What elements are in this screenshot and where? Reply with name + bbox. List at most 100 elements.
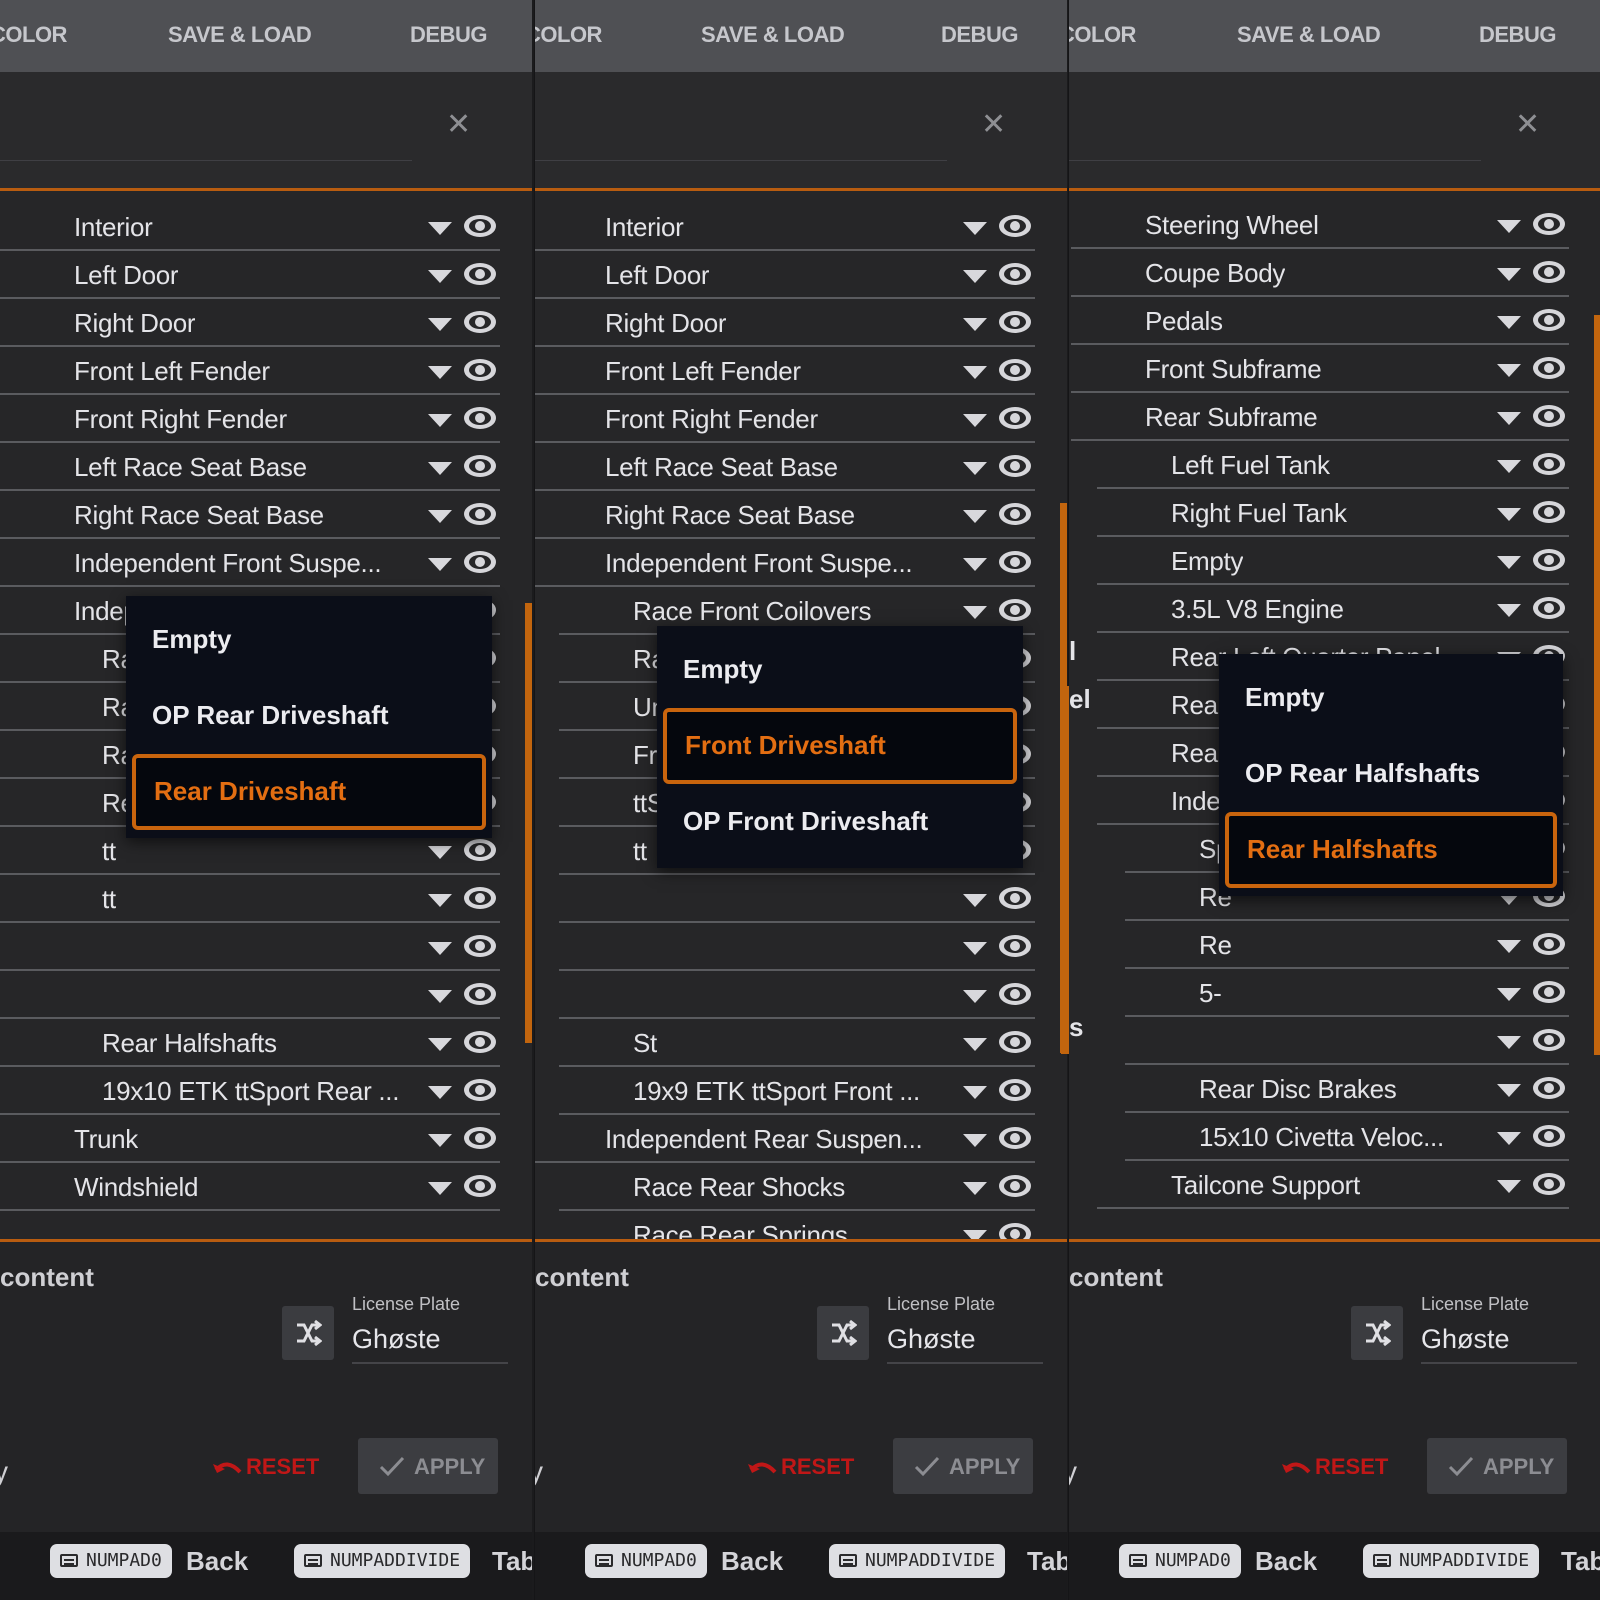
part-row[interactable]: 15x10 Civetta Veloc... <box>1069 1113 1600 1161</box>
part-row[interactable]: Left Door <box>0 251 532 299</box>
chevron-down-icon[interactable] <box>963 222 987 235</box>
part-row[interactable]: Coupe Body <box>1069 249 1600 297</box>
eye-icon[interactable] <box>462 835 498 865</box>
eye-icon[interactable] <box>997 979 1033 1009</box>
chevron-down-icon[interactable] <box>963 942 987 955</box>
dropdown-option[interactable]: Empty <box>1219 660 1563 736</box>
chevron-down-icon[interactable] <box>1497 1180 1521 1193</box>
chevron-down-icon[interactable] <box>428 558 452 571</box>
tab-color[interactable]: COLOR <box>1069 22 1136 48</box>
part-row[interactable] <box>1069 1017 1600 1065</box>
apply-button[interactable]: APPLY <box>1427 1438 1567 1494</box>
tab-caption[interactable]: Tab <box>1561 1544 1600 1578</box>
back-caption[interactable]: Back <box>186 1544 248 1578</box>
chevron-down-icon[interactable] <box>428 222 452 235</box>
eye-icon[interactable] <box>1531 449 1567 479</box>
tab-debug[interactable]: DEBUG <box>1479 22 1556 48</box>
eye-icon[interactable] <box>462 403 498 433</box>
part-options-dropdown[interactable]: Empty Front Driveshaft OP Front Driveshaft <box>657 626 1023 868</box>
eye-icon[interactable] <box>462 547 498 577</box>
chevron-down-icon[interactable] <box>428 1134 452 1147</box>
part-row[interactable]: Left Door <box>535 251 1067 299</box>
eye-icon[interactable] <box>997 403 1033 433</box>
license-plate-input[interactable]: Ghøste <box>352 1324 441 1355</box>
eye-icon[interactable] <box>1531 353 1567 383</box>
eye-icon[interactable] <box>997 211 1033 241</box>
chevron-down-icon[interactable] <box>963 990 987 1003</box>
eye-icon[interactable] <box>462 979 498 1009</box>
chevron-down-icon[interactable] <box>963 366 987 379</box>
search-bar[interactable]: ✕ <box>0 72 532 188</box>
part-row[interactable]: 3.5L V8 Engine <box>1069 585 1600 633</box>
chevron-down-icon[interactable] <box>963 1038 987 1051</box>
chevron-down-icon[interactable] <box>428 366 452 379</box>
eye-icon[interactable] <box>1531 593 1567 623</box>
chevron-down-icon[interactable] <box>1497 460 1521 473</box>
part-row[interactable]: Right Door <box>0 299 532 347</box>
eye-icon[interactable] <box>462 451 498 481</box>
part-row[interactable] <box>0 971 532 1019</box>
part-row[interactable]: Windshield <box>0 1163 532 1211</box>
close-icon[interactable]: ✕ <box>446 110 471 140</box>
eye-icon[interactable] <box>1531 1121 1567 1151</box>
part-row[interactable]: Rear Subframe <box>1069 393 1600 441</box>
part-row[interactable]: Front Left Fender <box>0 347 532 395</box>
chevron-down-icon[interactable] <box>963 318 987 331</box>
part-row[interactable]: Rear Halfshafts <box>0 1019 532 1067</box>
eye-icon[interactable] <box>462 211 498 241</box>
eye-icon[interactable] <box>997 1171 1033 1201</box>
chevron-down-icon[interactable] <box>1497 988 1521 1001</box>
part-row[interactable] <box>0 923 532 971</box>
tab-save-load[interactable]: SAVE & LOAD <box>1237 22 1381 48</box>
eye-icon[interactable] <box>462 1171 498 1201</box>
eye-icon[interactable] <box>462 931 498 961</box>
chevron-down-icon[interactable] <box>428 1038 452 1051</box>
eye-icon[interactable] <box>1531 1169 1567 1199</box>
eye-icon[interactable] <box>997 1027 1033 1057</box>
chevron-down-icon[interactable] <box>428 414 452 427</box>
chevron-down-icon[interactable] <box>1497 1132 1521 1145</box>
license-plate-input[interactable]: Ghøste <box>887 1324 976 1355</box>
tab-caption[interactable]: Tab <box>1027 1544 1067 1578</box>
part-row[interactable]: 5- <box>1069 969 1600 1017</box>
randomize-plate-button[interactable] <box>1351 1306 1403 1360</box>
part-row[interactable] <box>535 971 1067 1019</box>
part-row[interactable]: Trunk <box>0 1115 532 1163</box>
chevron-down-icon[interactable] <box>1497 268 1521 281</box>
chevron-down-icon[interactable] <box>963 510 987 523</box>
part-row[interactable]: Left Race Seat Base <box>535 443 1067 491</box>
search-bar[interactable]: ✕ <box>535 72 1067 188</box>
part-row[interactable]: Independent Front Suspe... <box>0 539 532 587</box>
dropdown-option[interactable]: Empty <box>657 632 1023 708</box>
eye-icon[interactable] <box>462 883 498 913</box>
eye-icon[interactable] <box>1531 401 1567 431</box>
chevron-down-icon[interactable] <box>963 1182 987 1195</box>
dropdown-option[interactable]: OP Front Driveshaft <box>657 784 1023 860</box>
eye-icon[interactable] <box>1531 545 1567 575</box>
eye-icon[interactable] <box>997 259 1033 289</box>
close-icon[interactable]: ✕ <box>1515 110 1540 140</box>
part-row[interactable]: Right Race Seat Base <box>535 491 1067 539</box>
eye-icon[interactable] <box>997 1219 1033 1242</box>
eye-icon[interactable] <box>462 259 498 289</box>
eye-icon[interactable] <box>997 1123 1033 1153</box>
chevron-down-icon[interactable] <box>1497 1084 1521 1097</box>
eye-icon[interactable] <box>997 931 1033 961</box>
chevron-down-icon[interactable] <box>428 1182 452 1195</box>
part-row[interactable]: St <box>535 1019 1067 1067</box>
tab-color[interactable]: COLOR <box>535 22 602 48</box>
part-options-dropdown[interactable]: Empty OP Rear Driveshaft Rear Driveshaft <box>126 596 492 838</box>
eye-icon[interactable] <box>1531 209 1567 239</box>
eye-icon[interactable] <box>462 355 498 385</box>
chevron-down-icon[interactable] <box>428 462 452 475</box>
part-row[interactable]: 19x9 ETK ttSport Front ... <box>535 1067 1067 1115</box>
license-plate-input[interactable]: Ghøste <box>1421 1324 1510 1355</box>
back-caption[interactable]: Back <box>721 1544 783 1578</box>
part-options-dropdown[interactable]: Empty OP Rear Halfshafts Rear Halfshafts <box>1219 654 1563 896</box>
part-row[interactable]: Tailcone Support <box>1069 1161 1600 1209</box>
part-row[interactable]: Right Fuel Tank <box>1069 489 1600 537</box>
eye-icon[interactable] <box>997 1075 1033 1105</box>
part-row[interactable]: Right Race Seat Base <box>0 491 532 539</box>
back-caption[interactable]: Back <box>1255 1544 1317 1578</box>
part-row[interactable]: 19x10 ETK ttSport Rear ... <box>0 1067 532 1115</box>
